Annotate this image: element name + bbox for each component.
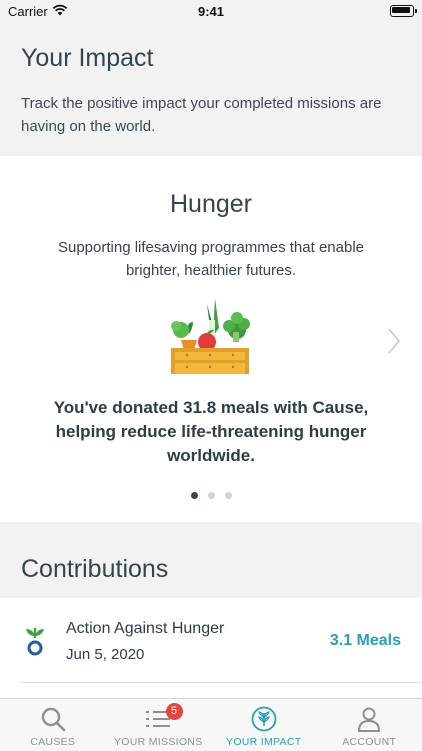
tab-account[interactable]: ACCOUNT	[317, 699, 422, 751]
impact-statement: You've donated 31.8 meals with Cause, he…	[40, 396, 382, 468]
tab-account-label: ACCOUNT	[317, 736, 422, 748]
impact-carousel-card[interactable]: Hunger Supporting lifesaving programmes …	[0, 156, 422, 522]
contributions-title: Contributions	[21, 555, 168, 584]
leaf-circle-icon	[250, 705, 278, 733]
page-dot-3[interactable]	[225, 492, 232, 499]
impact-header: Your Impact Track the positive impact yo…	[0, 22, 422, 156]
row-divider	[21, 682, 422, 683]
tab-bar: CAUSES 5 YOUR MISSIONS YOUR IMPACT ACCOU…	[0, 698, 422, 751]
tab-causes[interactable]: CAUSES	[0, 699, 106, 751]
contribution-org-name: Action Against Hunger	[66, 620, 224, 638]
missions-count-badge: 5	[166, 703, 183, 720]
contribution-row[interactable]: Action Against Hunger Jun 5, 2020 3.1 Me…	[0, 598, 422, 698]
tab-causes-label: CAUSES	[0, 736, 106, 748]
tab-your-missions[interactable]: 5 YOUR MISSIONS	[106, 699, 212, 751]
page-dot-2[interactable]	[208, 492, 215, 499]
clock: 9:41	[0, 4, 422, 19]
page-subtitle: Track the positive impact your completed…	[21, 92, 401, 138]
vegetable-crate-icon	[167, 296, 255, 378]
person-icon	[355, 705, 383, 733]
page-title: Your Impact	[21, 44, 153, 73]
chevron-right-icon[interactable]	[384, 326, 404, 356]
action-against-hunger-logo	[24, 624, 46, 658]
battery-icon	[390, 5, 414, 17]
contribution-amount: 3.1 Meals	[330, 632, 401, 650]
contribution-date: Jun 5, 2020	[66, 646, 144, 663]
page-dot-1[interactable]	[191, 492, 198, 499]
status-bar: Carrier 9:41	[0, 0, 422, 22]
cause-title: Hunger	[0, 190, 422, 219]
search-icon	[39, 705, 67, 733]
tab-your-impact-label: YOUR IMPACT	[211, 736, 317, 748]
carousel-page-indicator[interactable]	[0, 492, 422, 499]
cause-description: Supporting lifesaving programmes that en…	[40, 236, 382, 282]
contributions-header: Contributions	[0, 522, 422, 598]
tab-your-impact[interactable]: YOUR IMPACT	[211, 699, 317, 751]
tab-your-missions-label: YOUR MISSIONS	[106, 736, 212, 748]
